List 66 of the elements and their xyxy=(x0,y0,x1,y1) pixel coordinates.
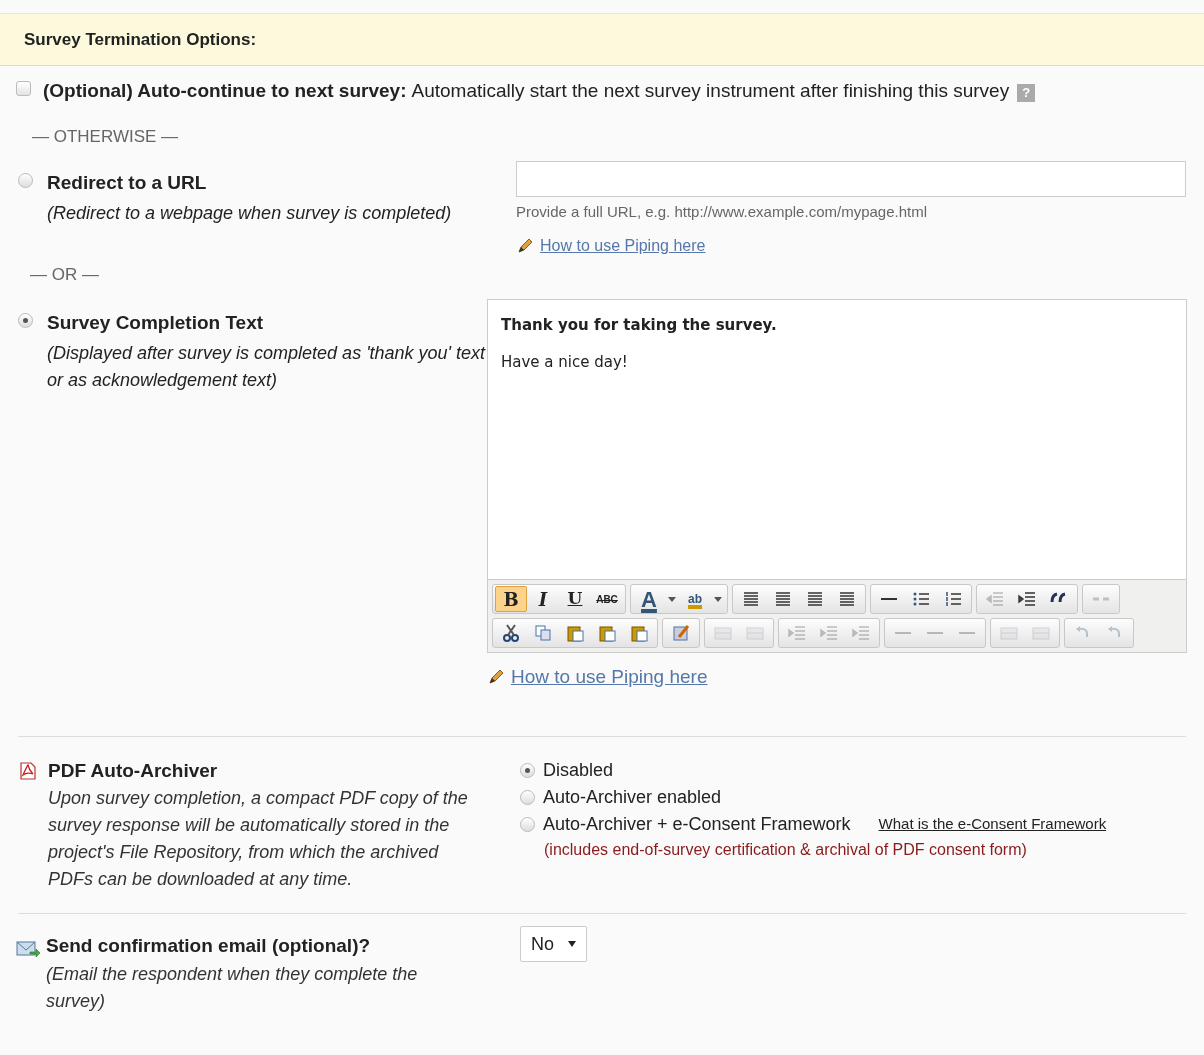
align-icon xyxy=(741,589,761,609)
info-link[interactable]: What is the e-Consent Framework xyxy=(878,812,1107,836)
copy-icon xyxy=(533,623,553,643)
cut-icon xyxy=(501,623,521,643)
paste-icon xyxy=(629,623,649,643)
separator-text: — OTHERWISE — xyxy=(31,125,180,148)
radio-button[interactable] xyxy=(18,173,33,188)
radio-label: Auto-Archiver enabled xyxy=(543,785,722,809)
piping-link[interactable]: How to use Piping here xyxy=(540,233,706,258)
option-note: (includes end-of-survey certification & archival of PDF consent form) xyxy=(544,839,1028,860)
option-label: Send confirmation email (optional)? xyxy=(46,934,372,958)
caret-icon xyxy=(568,941,576,947)
option-label: Survey Completion Text xyxy=(47,311,265,335)
pencil-icon xyxy=(487,668,505,687)
editor-text: Have a nice day! xyxy=(501,351,628,373)
dropdown[interactable]: No xyxy=(520,926,587,962)
section-header: Survey Termination Options: xyxy=(0,14,1204,66)
option-description: (Redirect to a webpage when survey is completed) xyxy=(47,201,452,225)
option-description: Automatically start the next survey instrument after finishing this survey xyxy=(411,80,1010,101)
numbers-icon xyxy=(943,589,963,609)
paste-icon xyxy=(597,623,617,643)
rule-icon xyxy=(959,632,975,634)
link-icon xyxy=(1093,597,1109,601)
align-icon xyxy=(837,589,857,609)
indent-icon xyxy=(819,623,839,643)
option-description: (Displayed after survey is completed as 'thank you' text or as acknowledgement text) xyxy=(47,341,487,392)
envelope-icon xyxy=(16,940,40,958)
separator-text: — OR — xyxy=(29,263,100,286)
toolbar-button[interactable]: A xyxy=(633,586,665,612)
piping-link[interactable]: How to use Piping here xyxy=(511,663,708,692)
radio-label: Disabled xyxy=(543,758,614,782)
option-label: Redirect to a URL xyxy=(47,171,208,195)
radio-label: Auto-Archiver + e-Consent Framework xyxy=(543,812,851,836)
url-field[interactable] xyxy=(516,161,1186,197)
option-description: (Email the respondent when they complete the survey) xyxy=(46,962,419,1013)
rule-icon xyxy=(927,632,943,634)
radio-button[interactable] xyxy=(18,313,33,328)
editor-text: Thank you for taking the survey. xyxy=(501,315,777,336)
option-label: (Optional) Auto-continue to next survey: xyxy=(43,80,407,101)
toolbar-button[interactable]: I xyxy=(527,586,559,612)
align-icon xyxy=(773,589,793,609)
indent-icon xyxy=(1017,589,1037,609)
rule-icon xyxy=(881,598,897,600)
dropdown-icon xyxy=(668,596,676,602)
rule-icon xyxy=(895,632,911,634)
radio-button[interactable] xyxy=(520,816,535,832)
dropdown-icon xyxy=(714,596,722,602)
pdf-file-icon xyxy=(18,760,38,781)
pencil-icon xyxy=(516,236,534,255)
toolbar-button[interactable]: ABC xyxy=(591,586,623,612)
toolbar-button[interactable]: ab xyxy=(679,586,711,612)
radio-button[interactable] xyxy=(520,762,535,778)
rich-text-editor[interactable]: Thank you for taking the survey. Have a nice day! B I U ABC A ab xyxy=(487,299,1187,653)
field-hint: Provide a full URL, e.g. http://www.example.com/mypage.html xyxy=(516,202,928,222)
paste-icon xyxy=(565,623,585,643)
toolbar-button[interactable]: B xyxy=(495,586,527,612)
option-description: Upon survey completion, a compact PDF copy of the survey response will be automatically stored in the project's File Repository, from which the archived PDFs can be downloaded at any time. xyxy=(48,787,469,891)
align-icon xyxy=(805,589,825,609)
indent-icon xyxy=(851,623,871,643)
outdent-icon xyxy=(985,589,1005,609)
indent-icon xyxy=(787,623,807,643)
radio-button[interactable] xyxy=(520,789,535,805)
option-label: PDF Auto-Archiver xyxy=(48,758,219,783)
toolbar-button[interactable]: U xyxy=(559,586,591,612)
checkbox[interactable] xyxy=(16,81,31,96)
template-icon xyxy=(671,623,691,643)
